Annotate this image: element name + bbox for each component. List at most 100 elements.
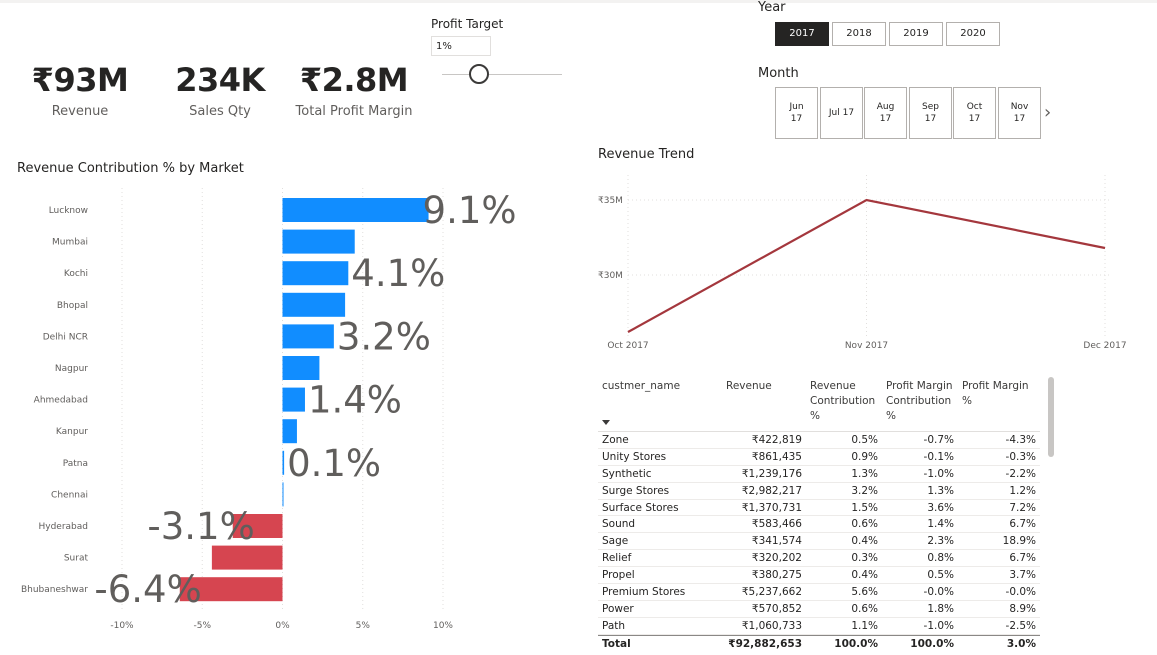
month-option-oct-17[interactable]: Oct 17 bbox=[953, 87, 996, 139]
data-label: 3.2% bbox=[337, 315, 431, 358]
sort-descending-icon[interactable] bbox=[602, 420, 610, 425]
year-slicer-title: Year bbox=[758, 0, 786, 15]
month-label: Jul 17 bbox=[828, 108, 855, 118]
cell-revenue: ₹320,202 bbox=[751, 552, 802, 565]
bar[interactable] bbox=[282, 450, 285, 475]
table-scrollbar[interactable] bbox=[1048, 377, 1054, 457]
kpi-value: ₹93M bbox=[31, 61, 129, 99]
cell-revenue-contribution: 0.6% bbox=[851, 518, 878, 531]
bar[interactable] bbox=[282, 387, 305, 412]
cell-profit-margin: -0.0% bbox=[1005, 586, 1036, 599]
kpi-label: Sales Qty bbox=[189, 104, 251, 119]
table-row[interactable]: Power ₹570,852 0.6% 1.8% 8.9% bbox=[598, 601, 1040, 618]
bar[interactable] bbox=[282, 482, 284, 507]
table-row[interactable]: Surface Stores ₹1,370,731 1.5% 3.6% 7.2% bbox=[598, 500, 1040, 517]
cell-revenue: ₹380,275 bbox=[751, 569, 802, 582]
data-label: -6.4% bbox=[94, 568, 201, 611]
cell-profit-margin: -0.3% bbox=[1005, 450, 1036, 463]
x-tick-label: Nov 2017 bbox=[845, 341, 888, 351]
cell-profit-margin-contribution: 3.6% bbox=[927, 501, 954, 514]
cell-profit-margin: 7.2% bbox=[1009, 501, 1036, 514]
category-label: Delhi NCR bbox=[43, 332, 88, 342]
column-header-revenue[interactable]: Revenue bbox=[726, 379, 772, 394]
table-row[interactable]: Surge Stores ₹2,982,217 3.2% 1.3% 1.2% bbox=[598, 483, 1040, 500]
profit-target-slider-track[interactable] bbox=[442, 74, 562, 75]
cell-profit-margin: -2.2% bbox=[1005, 467, 1036, 480]
data-label: 0.1% bbox=[287, 442, 381, 485]
table-row[interactable]: Propel ₹380,275 0.4% 0.5% 3.7% bbox=[598, 567, 1040, 585]
month-option-jul-17[interactable]: Jul 17 bbox=[820, 87, 863, 139]
revenue-trend-line-chart: ₹30M ₹35M Oct 2017 Nov 2017 Dec 2017 bbox=[598, 175, 1127, 351]
bar[interactable] bbox=[282, 261, 349, 286]
y-tick-label: ₹30M bbox=[598, 271, 623, 281]
cell-profit-margin-contribution: -0.7% bbox=[923, 434, 954, 446]
cell-revenue-contribution: 0.3% bbox=[851, 552, 878, 565]
bar[interactable] bbox=[282, 229, 355, 254]
category-label: Kanpur bbox=[56, 427, 88, 437]
month-option-aug-17[interactable]: Aug 17 bbox=[864, 87, 907, 139]
column-header-profit-margin[interactable]: Profit Margin % bbox=[962, 379, 1036, 409]
category-label: Bhopal bbox=[57, 301, 88, 311]
table-row[interactable]: Relief ₹320,202 0.3% 0.8% 6.7% bbox=[598, 550, 1040, 568]
table-row[interactable]: Unity Stores ₹861,435 0.9% -0.1% -0.3% bbox=[598, 449, 1040, 466]
cell-profit-margin: 18.9% bbox=[1002, 535, 1036, 548]
cell-customer: Power bbox=[602, 602, 634, 615]
cell-revenue-contribution: 0.6% bbox=[851, 602, 878, 615]
cell-profit-margin: 3.7% bbox=[1009, 569, 1036, 582]
cell-revenue: ₹5,237,662 bbox=[741, 586, 802, 599]
category-label: Chennai bbox=[51, 490, 88, 500]
bar[interactable] bbox=[282, 324, 334, 349]
month-option-nov-17[interactable]: Nov 17 bbox=[998, 87, 1041, 139]
bar[interactable] bbox=[282, 198, 429, 222]
category-label: Bhubaneshwar bbox=[21, 585, 88, 595]
year-option-2019[interactable]: 2019 bbox=[889, 22, 943, 46]
data-label: 1.4% bbox=[308, 379, 402, 422]
total-revenue: ₹92,882,653 bbox=[728, 637, 802, 650]
cell-profit-margin: -4.3% bbox=[1005, 434, 1036, 446]
data-label: 9.1% bbox=[423, 189, 517, 232]
revenue-contribution-bar-chart: -10% -5% 0% 5% 10% Lucknow 9.1% Mumbai Kochi 4.1%… bbox=[21, 188, 517, 631]
year-option-2020[interactable]: 2020 bbox=[946, 22, 1000, 46]
column-header-revenue-contribution[interactable]: Revenue Contribution % bbox=[810, 379, 880, 424]
table-row[interactable]: Sage ₹341,574 0.4% 2.3% 18.9% bbox=[598, 533, 1040, 551]
cell-profit-margin-contribution: 0.8% bbox=[927, 552, 954, 565]
bar[interactable] bbox=[282, 356, 320, 380]
cell-profit-margin-contribution: -1.0% bbox=[923, 619, 954, 632]
cell-revenue-contribution: 0.5% bbox=[851, 434, 878, 446]
x-tick-label: -10% bbox=[110, 621, 134, 631]
year-option-2017[interactable]: 2017 bbox=[775, 22, 829, 46]
month-option-jun-17[interactable]: Jun 17 bbox=[775, 87, 818, 139]
profit-target-input[interactable]: 1% bbox=[431, 36, 491, 56]
cell-profit-margin-contribution: -0.1% bbox=[923, 450, 954, 463]
bar[interactable] bbox=[282, 419, 297, 444]
table-row[interactable]: Sound ₹583,466 0.6% 1.4% 6.7% bbox=[598, 516, 1040, 534]
year-option-2018[interactable]: 2018 bbox=[832, 22, 886, 46]
bar[interactable] bbox=[211, 545, 283, 570]
kpi-value: ₹2.8M bbox=[299, 61, 409, 99]
cell-revenue: ₹861,435 bbox=[751, 450, 802, 463]
column-header-profit-margin-contribution[interactable]: Profit Margin Contribution % bbox=[886, 379, 958, 424]
table-row[interactable]: Zone ₹422,819 0.5% -0.7% -4.3% bbox=[598, 432, 1040, 449]
cell-profit-margin-contribution: 1.4% bbox=[927, 518, 954, 531]
kpi-revenue: ₹93M Revenue bbox=[28, 62, 132, 119]
month-option-sep-17[interactable]: Sep 17 bbox=[909, 87, 952, 139]
cell-revenue-contribution: 5.6% bbox=[851, 586, 878, 599]
category-label: Hyderabad bbox=[39, 522, 89, 532]
profit-target-slider-thumb[interactable] bbox=[469, 64, 489, 84]
month-label: Sep bbox=[922, 102, 939, 112]
cell-profit-margin: -2.5% bbox=[1005, 619, 1036, 632]
table-total-row: Total ₹92,882,653 100.0% 100.0% 3.0% bbox=[598, 634, 1040, 654]
bar[interactable] bbox=[282, 292, 346, 317]
table-row[interactable]: Synthetic ₹1,239,176 1.3% -1.0% -2.2% bbox=[598, 466, 1040, 483]
data-label: -3.1% bbox=[147, 505, 254, 548]
kpi-label: Total Profit Margin bbox=[295, 104, 413, 119]
table-row[interactable]: Path ₹1,060,733 1.1% -1.0% -2.5% bbox=[598, 618, 1040, 635]
table-row[interactable]: Premium Stores ₹5,237,662 5.6% -0.0% -0.0% bbox=[598, 584, 1040, 601]
chevron-right-icon[interactable]: › bbox=[1044, 102, 1051, 123]
cell-customer: Premium Stores bbox=[602, 586, 686, 599]
column-header-customer[interactable]: custmer_name bbox=[602, 379, 680, 394]
cell-customer: Sage bbox=[602, 535, 629, 548]
cell-profit-margin-contribution: -1.0% bbox=[923, 467, 954, 480]
month-label: Nov bbox=[1010, 102, 1029, 112]
x-tick-label: 5% bbox=[356, 621, 371, 631]
